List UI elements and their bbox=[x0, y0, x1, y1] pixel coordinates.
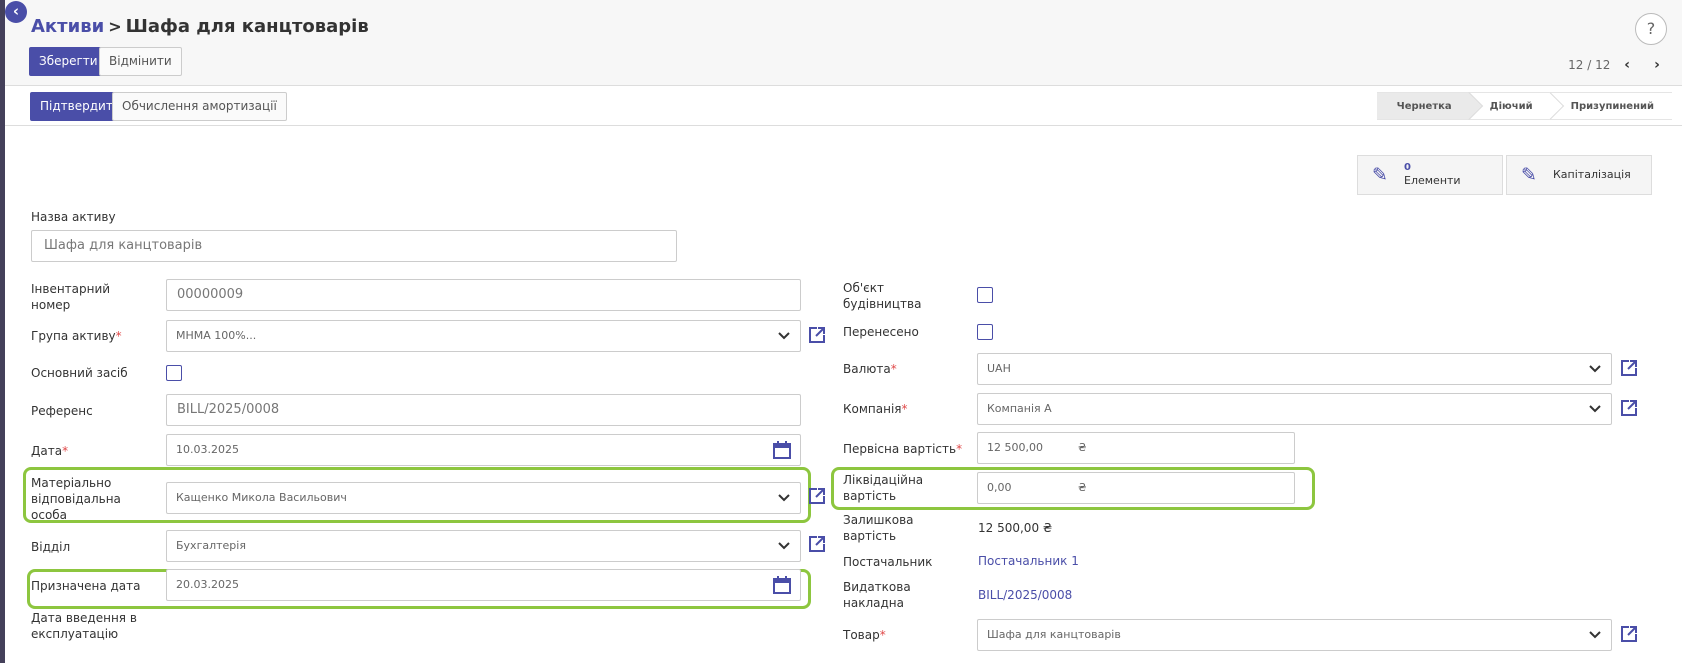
asset-group-label: Група активу* bbox=[31, 329, 122, 343]
original-value-amount: 12 500,00 bbox=[987, 441, 1043, 454]
asset-group-select[interactable]: МНМА 100%... bbox=[166, 320, 801, 352]
product-select[interactable]: Шафа для канцтоварів bbox=[977, 619, 1612, 651]
vendor-bill-label: Видаткова накладна bbox=[843, 580, 911, 610]
department-label: Відділ bbox=[31, 540, 71, 554]
pencil-icon: ✎ bbox=[1521, 164, 1537, 186]
product-label: Товар* bbox=[843, 628, 886, 642]
status-bar: Підтвердити Обчислення амортизації Черне… bbox=[5, 86, 1682, 126]
pager-previous-button[interactable]: ‹ bbox=[1614, 57, 1640, 73]
stage-label: Чернетка bbox=[1396, 101, 1452, 112]
breadcrumb: Активи > Шафа для канцтоварів bbox=[31, 16, 369, 37]
compute-depreciation-button[interactable]: Обчислення амортизації bbox=[112, 92, 287, 121]
department-value: Бухгалтерія bbox=[176, 539, 246, 552]
assigned-date-value: 20.03.2025 bbox=[176, 578, 239, 591]
capitalization-smart-button[interactable]: ✎ Капіталізація bbox=[1506, 155, 1652, 195]
construction-object-label: Об'єкт будівництва bbox=[843, 281, 922, 311]
pager-next-button[interactable]: › bbox=[1644, 57, 1670, 73]
fixed-asset-checkbox[interactable] bbox=[166, 365, 182, 381]
chevron-down-icon bbox=[778, 321, 790, 340]
vendor-label: Постачальник bbox=[843, 555, 933, 569]
currency-symbol: ₴ bbox=[1078, 441, 1087, 454]
chevron-down-icon bbox=[1589, 354, 1601, 373]
asset-name-input[interactable]: Шафа для канцтоварів bbox=[31, 230, 677, 262]
vendor-bill-link[interactable]: BILL/2025/0008 bbox=[978, 587, 1072, 603]
responsible-person-select[interactable]: Кащенко Микола Васильович bbox=[166, 482, 801, 514]
reference-label: Референс bbox=[31, 404, 93, 418]
salvage-value-input[interactable]: 0,00 ₴ bbox=[977, 472, 1295, 504]
currency-label: Валюта* bbox=[843, 362, 897, 376]
asset-name-label: Назва активу bbox=[31, 210, 116, 224]
elements-smart-button[interactable]: ✎ 0 Елементи bbox=[1357, 155, 1503, 195]
residual-value: 12 500,00 ₴ bbox=[978, 521, 1053, 535]
breadcrumb-parent-link[interactable]: Активи bbox=[31, 16, 104, 37]
external-link-icon[interactable] bbox=[1620, 359, 1638, 377]
help-button[interactable]: ? bbox=[1635, 13, 1667, 45]
inventory-number-input[interactable]: 00000009 bbox=[166, 279, 801, 311]
back-arrow-icon[interactable]: ‹ bbox=[5, 1, 27, 23]
original-value-input[interactable]: 12 500,00 ₴ bbox=[977, 432, 1295, 464]
vendor-link[interactable]: Постачальник 1 bbox=[978, 553, 1079, 569]
department-select[interactable]: Бухгалтерія bbox=[166, 530, 801, 562]
fixed-asset-label: Основний засіб bbox=[31, 366, 128, 380]
salvage-value-amount: 0,00 bbox=[987, 481, 1012, 494]
company-value: Компанія А bbox=[987, 402, 1052, 415]
calendar-icon[interactable] bbox=[772, 575, 792, 595]
product-value: Шафа для канцтоварів bbox=[987, 628, 1121, 641]
responsible-person-value: Кащенко Микола Васильович bbox=[176, 491, 347, 504]
stage-draft[interactable]: Чернетка bbox=[1376, 91, 1483, 121]
construction-object-checkbox[interactable] bbox=[977, 287, 993, 303]
chevron-down-icon bbox=[1589, 394, 1601, 413]
currency-symbol: ₴ bbox=[1078, 481, 1087, 494]
external-link-icon[interactable] bbox=[808, 535, 826, 553]
assigned-date-label: Призначена дата bbox=[31, 579, 141, 593]
residual-value-label: Залишкова вартість bbox=[843, 513, 914, 543]
status-stages: Чернетка Діючий Призупинений bbox=[1376, 91, 1672, 121]
pager: 12 / 12 ‹ › bbox=[1568, 57, 1670, 73]
external-link-icon[interactable] bbox=[1620, 625, 1638, 643]
date-input[interactable]: 10.03.2025 bbox=[166, 434, 801, 466]
transferred-checkbox[interactable] bbox=[977, 324, 993, 340]
save-button[interactable]: Зберегти bbox=[29, 47, 108, 76]
inventory-number-label: Інвентарний номер bbox=[31, 282, 111, 312]
stage-label: Призупинений bbox=[1570, 101, 1654, 112]
date-label: Дата* bbox=[31, 444, 69, 458]
company-label: Компанія* bbox=[843, 402, 908, 416]
elements-label: Елементи bbox=[1404, 174, 1461, 187]
currency-value: UAH bbox=[987, 362, 1011, 375]
assigned-date-input[interactable]: 20.03.2025 bbox=[166, 569, 801, 601]
stage-label: Діючий bbox=[1489, 101, 1533, 112]
chevron-down-icon bbox=[778, 483, 790, 502]
salvage-value-label: Ліквідаційна вартість bbox=[843, 473, 924, 503]
external-link-icon[interactable] bbox=[808, 326, 826, 344]
chevron-down-icon bbox=[1589, 620, 1601, 639]
external-link-icon[interactable] bbox=[1620, 399, 1638, 417]
external-link-icon[interactable] bbox=[808, 487, 826, 505]
calendar-icon[interactable] bbox=[772, 440, 792, 460]
transferred-label: Перенесено bbox=[843, 325, 919, 339]
pager-value: 12 / 12 bbox=[1568, 58, 1611, 72]
responsible-person-label: Матеріально відповідальна особа bbox=[31, 476, 121, 522]
chevron-down-icon bbox=[778, 531, 790, 550]
control-panel: Активи > Шафа для канцтоварів ? Зберегти В… bbox=[5, 0, 1682, 86]
original-value-label: Первісна вартість* bbox=[843, 442, 963, 456]
stage-paused[interactable]: Призупинений bbox=[1550, 92, 1672, 120]
company-select[interactable]: Компанія А bbox=[977, 393, 1612, 425]
elements-count: 0 bbox=[1404, 162, 1411, 173]
capitalization-label: Капіталізація bbox=[1553, 168, 1631, 181]
currency-select[interactable]: UAH bbox=[977, 353, 1612, 385]
date-value: 10.03.2025 bbox=[176, 443, 239, 456]
breadcrumb-current: Шафа для канцтоварів bbox=[125, 16, 369, 37]
asset-group-value: МНМА 100%... bbox=[176, 329, 257, 342]
pencil-icon: ✎ bbox=[1372, 164, 1388, 186]
chevron-right-icon: > bbox=[108, 17, 122, 36]
commissioning-date-label: Дата введення в експлуатацію bbox=[31, 611, 137, 641]
reference-input[interactable]: BILL/2025/0008 bbox=[166, 394, 801, 426]
discard-button[interactable]: Відмінити bbox=[99, 47, 182, 76]
